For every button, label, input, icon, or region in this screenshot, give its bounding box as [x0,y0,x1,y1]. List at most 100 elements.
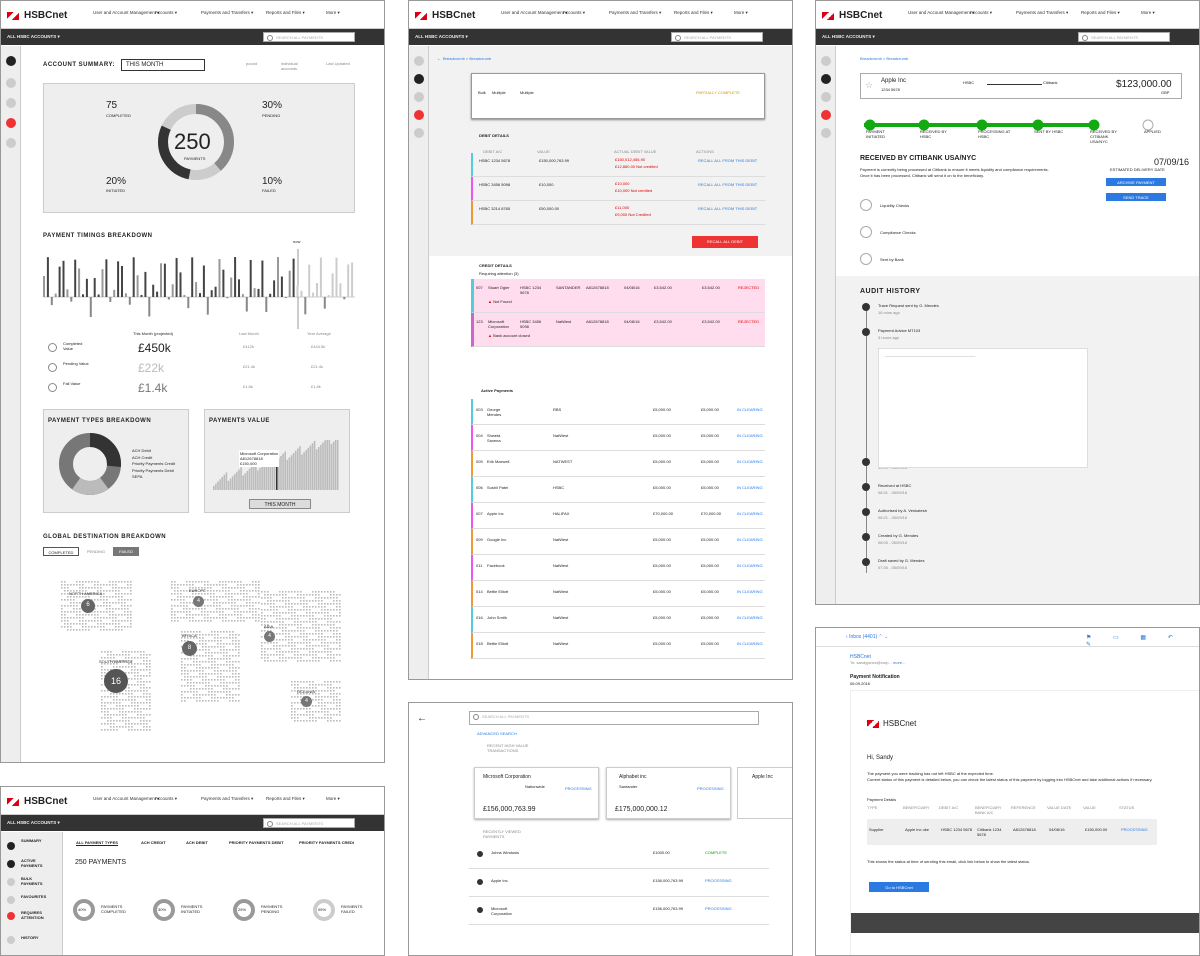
advanced-search-link[interactable]: ADVANCED SEARCH [477,731,517,736]
hsbc-logo[interactable]: HSBCnet [415,10,475,21]
rail-summary-icon[interactable] [414,56,424,66]
recall-link[interactable]: RECALL ALL FROM THIS DEBIT [698,182,757,187]
tab-priority-debit[interactable]: PRIORITY PAYMENTS DEBIT [229,840,284,845]
sidebar-item-active[interactable]: ACTIVE PAYMENTS [21,858,51,868]
hsbc-logo[interactable]: HSBCnet [822,10,882,21]
back-arrow-icon[interactable]: ← [437,56,441,61]
nav-user-account[interactable]: User and Account Management ▾ [93,796,160,802]
rail-history-icon[interactable] [6,138,16,148]
back-arrow-icon[interactable]: ← [417,713,427,724]
rail-history-icon[interactable] [821,128,831,138]
sidebar-item-attention[interactable]: REQUIRES ATTENTION [21,910,51,920]
recent-card[interactable]: Apple Inc [737,767,792,819]
nav-reports[interactable]: Reports and Files ▾ [266,796,305,802]
active-row[interactable]: 011 Facebook NatWest £5,000.00 £5,000.00… [471,555,765,581]
rail-active-icon[interactable] [821,74,831,84]
nav-accounts[interactable]: Accounts ▾ [155,10,177,16]
rail-attention-icon[interactable] [821,110,831,120]
search-input[interactable]: SEARCH ALL PAYMENTS [1078,32,1170,42]
recall-link[interactable]: RECALL ALL FROM THIS DEBIT [698,206,757,211]
period-selector[interactable]: THIS MONTH [121,59,205,71]
active-row[interactable]: 005 Erik Maxwell NATWEST £5,000.00 £5,00… [471,451,765,477]
nav-payments[interactable]: Payments and Transfers ▾ [609,10,661,16]
breadcrumb[interactable]: Breadcrumb > Breadcrumb [443,56,491,61]
send-trace-button[interactable]: SEND TRACE [1106,193,1166,201]
star-icon[interactable]: ☆ [865,80,873,91]
active-row[interactable]: 014 Bettie Elliott NatWest £5,000.00 £5,… [471,581,765,607]
recall-all-button[interactable]: RECALL ALL DEBIT [692,236,758,248]
account-selector[interactable]: ALL HSBC ACCOUNTS ▾ [822,34,875,40]
recent-row[interactable]: Microsoft Corporation £156,000,763.99 PR… [469,899,769,925]
recent-card[interactable]: Alphabet inc Santander PROCESSING £175,0… [606,767,731,819]
tab-failed[interactable]: FAILED [113,547,139,556]
search-input[interactable]: SEARCH ALL PAYMENTS [263,32,355,42]
recent-row[interactable]: Apple Inc. £156,000,763.99 PROCESSING [469,871,769,897]
rail-active-icon[interactable] [6,78,16,88]
debit-row[interactable]: HSBC 3456 5098 £10,000 £10,000 £10,000 N… [471,177,765,201]
debit-row[interactable]: HSBC 3214 8765 £50,000.00 £11,000 £9,000… [471,201,765,225]
rail-summary-icon[interactable] [6,56,16,66]
tab-pending[interactable]: PENDING [81,547,111,556]
account-selector[interactable]: ALL HSBC ACCOUNTS ▾ [7,820,60,826]
nav-more[interactable]: More ▾ [326,796,340,802]
payment-advice-doc[interactable]: ────────────────────────────────────────… [878,348,1088,468]
nav-user-account[interactable]: User and Account Management ▾ [908,10,975,16]
rail-attention-icon[interactable] [414,110,424,120]
hsbc-logo[interactable]: HSBCnet [7,10,67,21]
nav-user-account[interactable]: User and Account Management ▾ [501,10,568,16]
region-count[interactable]: 8 [182,641,197,656]
rail-summary-icon[interactable] [821,56,831,66]
tab-completed[interactable]: COMPLETED [43,547,79,556]
sidebar-item-summary[interactable]: SUMMARY [21,838,42,843]
sidebar-item-favourites[interactable]: FAVOURITES [21,894,46,899]
search-input[interactable]: SEARCH ALL PAYMENTS [263,818,355,828]
nav-payments[interactable]: Payments and Transfers ▾ [201,796,253,802]
nav-accounts[interactable]: Accounts ▾ [970,10,992,16]
nav-payments[interactable]: Payments and Transfers ▾ [201,10,253,16]
sidebar-item-history[interactable]: HISTORY [21,935,39,940]
region-count[interactable]: 4 [193,596,204,607]
hsbc-logo[interactable]: HSBCnet [7,796,67,807]
tab-ach-debit[interactable]: ACH DEBIT [186,840,208,845]
nav-more[interactable]: More ▾ [734,10,748,16]
recent-card[interactable]: Microsoft Corporation Nationwide PROCESS… [474,767,599,819]
search-input[interactable]: SEARCH ALL PAYMENTS [469,711,759,725]
archive-button[interactable]: ARCHIVE PAYMENT [1106,178,1166,186]
rail-bulk-icon[interactable] [6,98,16,108]
tab-priority-credit[interactable]: PRIORITY PAYMENTS CREDI [299,840,354,845]
region-count[interactable]: 4 [264,631,275,642]
rail-bulk-icon[interactable] [414,92,424,102]
nav-reports[interactable]: Reports and Files ▾ [1081,10,1120,16]
nav-reports[interactable]: Reports and Files ▾ [674,10,713,16]
region-count[interactable]: 16 [104,669,128,693]
active-row[interactable]: 006 Sushil Patel HSBC £5,000.00 £5,000.0… [471,477,765,503]
account-selector[interactable]: ALL HSBC ACCOUNTS ▾ [415,34,468,40]
active-row[interactable]: 003 George Mendes RBS £5,000.00 £5,000.0… [471,399,765,425]
account-selector[interactable]: ALL HSBC ACCOUNTS ▾ [7,34,60,40]
nav-more[interactable]: More ▾ [1141,10,1155,16]
region-count[interactable]: 6 [81,599,95,613]
nav-reports[interactable]: Reports and Files ▾ [266,10,305,16]
debit-row[interactable]: HSBC 1234 5678 £150,000,763.99 £150,012,… [471,153,765,177]
recall-link[interactable]: RECALL ALL FROM THIS DEBIT [698,158,757,163]
attention-row[interactable]: 123 Microsoft Corporation HSBC 3456 5098… [471,313,765,347]
nav-accounts[interactable]: Accounts ▾ [155,796,177,802]
rail-attention-icon[interactable] [6,118,16,128]
active-row[interactable]: 007 Apple Inc HALIFAX £70,000.00 £70,000… [471,503,765,529]
nav-payments[interactable]: Payments and Transfers ▾ [1016,10,1068,16]
rail-active-icon[interactable] [414,74,424,84]
region-count[interactable]: 4 [301,696,312,707]
rail-bulk-icon[interactable] [821,92,831,102]
nav-more[interactable]: More ▾ [326,10,340,16]
goto-hsbcnet-button[interactable]: Go to HSBCnet [869,882,929,892]
nav-accounts[interactable]: Accounts ▾ [563,10,585,16]
active-row[interactable]: 004 Shweta Saxena NatWest £5,000.00 £5,0… [471,425,765,451]
value-period-button[interactable]: THIS MONTH [249,499,311,509]
breadcrumb[interactable]: Breadcrumb > Breadcrumb [860,56,908,61]
active-row[interactable]: 018 Bettie Elliott NatWest £5,000.00 £5,… [471,633,765,659]
recent-row[interactable]: Johns Windosis £1000.00 COMPLETE [469,843,769,869]
tab-ach-credit[interactable]: ACH CREDIT [141,840,166,845]
active-row[interactable]: 009 Google Inc NatWest £5,000.00 £5,000.… [471,529,765,555]
tab-all[interactable]: ALL PAYMENT TYPES [76,840,118,846]
rail-history-icon[interactable] [414,128,424,138]
